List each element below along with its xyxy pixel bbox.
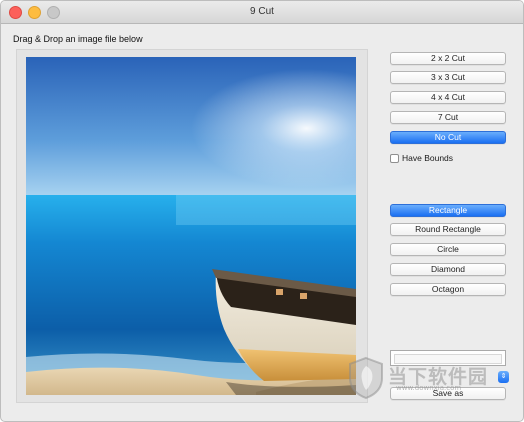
popup-arrow-icon[interactable]: ⇕ — [498, 371, 509, 383]
window-title: 9 Cut — [250, 6, 274, 17]
shape-round-rectangle-button[interactable]: Round Rectangle — [390, 223, 506, 236]
shape-octagon-button[interactable]: Octagon — [390, 283, 506, 296]
save-as-button[interactable]: Save as — [390, 387, 506, 400]
shape-diamond-button[interactable]: Diamond — [390, 263, 506, 276]
cut-4x4-button[interactable]: 4 x 4 Cut — [390, 91, 506, 104]
title-bar: 9 Cut — [1, 1, 523, 24]
have-bounds-label: Have Bounds — [402, 153, 454, 163]
watermark-text: 当下软件园 — [388, 366, 489, 388]
app-window: 9 Cut Drag & Drop an image file below 2 … — [0, 0, 524, 422]
image-drop-area[interactable] — [16, 49, 368, 403]
shape-rectangle-button[interactable]: Rectangle — [390, 204, 506, 217]
drop-area-label: Drag & Drop an image file below — [13, 34, 143, 44]
shape-circle-button[interactable]: Circle — [390, 243, 506, 256]
output-format-field-inner — [394, 354, 502, 364]
preview-image — [26, 57, 356, 395]
cut-3x3-button[interactable]: 3 x 3 Cut — [390, 71, 506, 84]
cut-7-button[interactable]: 7 Cut — [390, 111, 506, 124]
no-cut-button[interactable]: No Cut — [390, 131, 506, 144]
have-bounds-checkbox[interactable] — [390, 154, 399, 163]
output-format-field[interactable] — [390, 350, 506, 366]
cut-2x2-button[interactable]: 2 x 2 Cut — [390, 52, 506, 65]
